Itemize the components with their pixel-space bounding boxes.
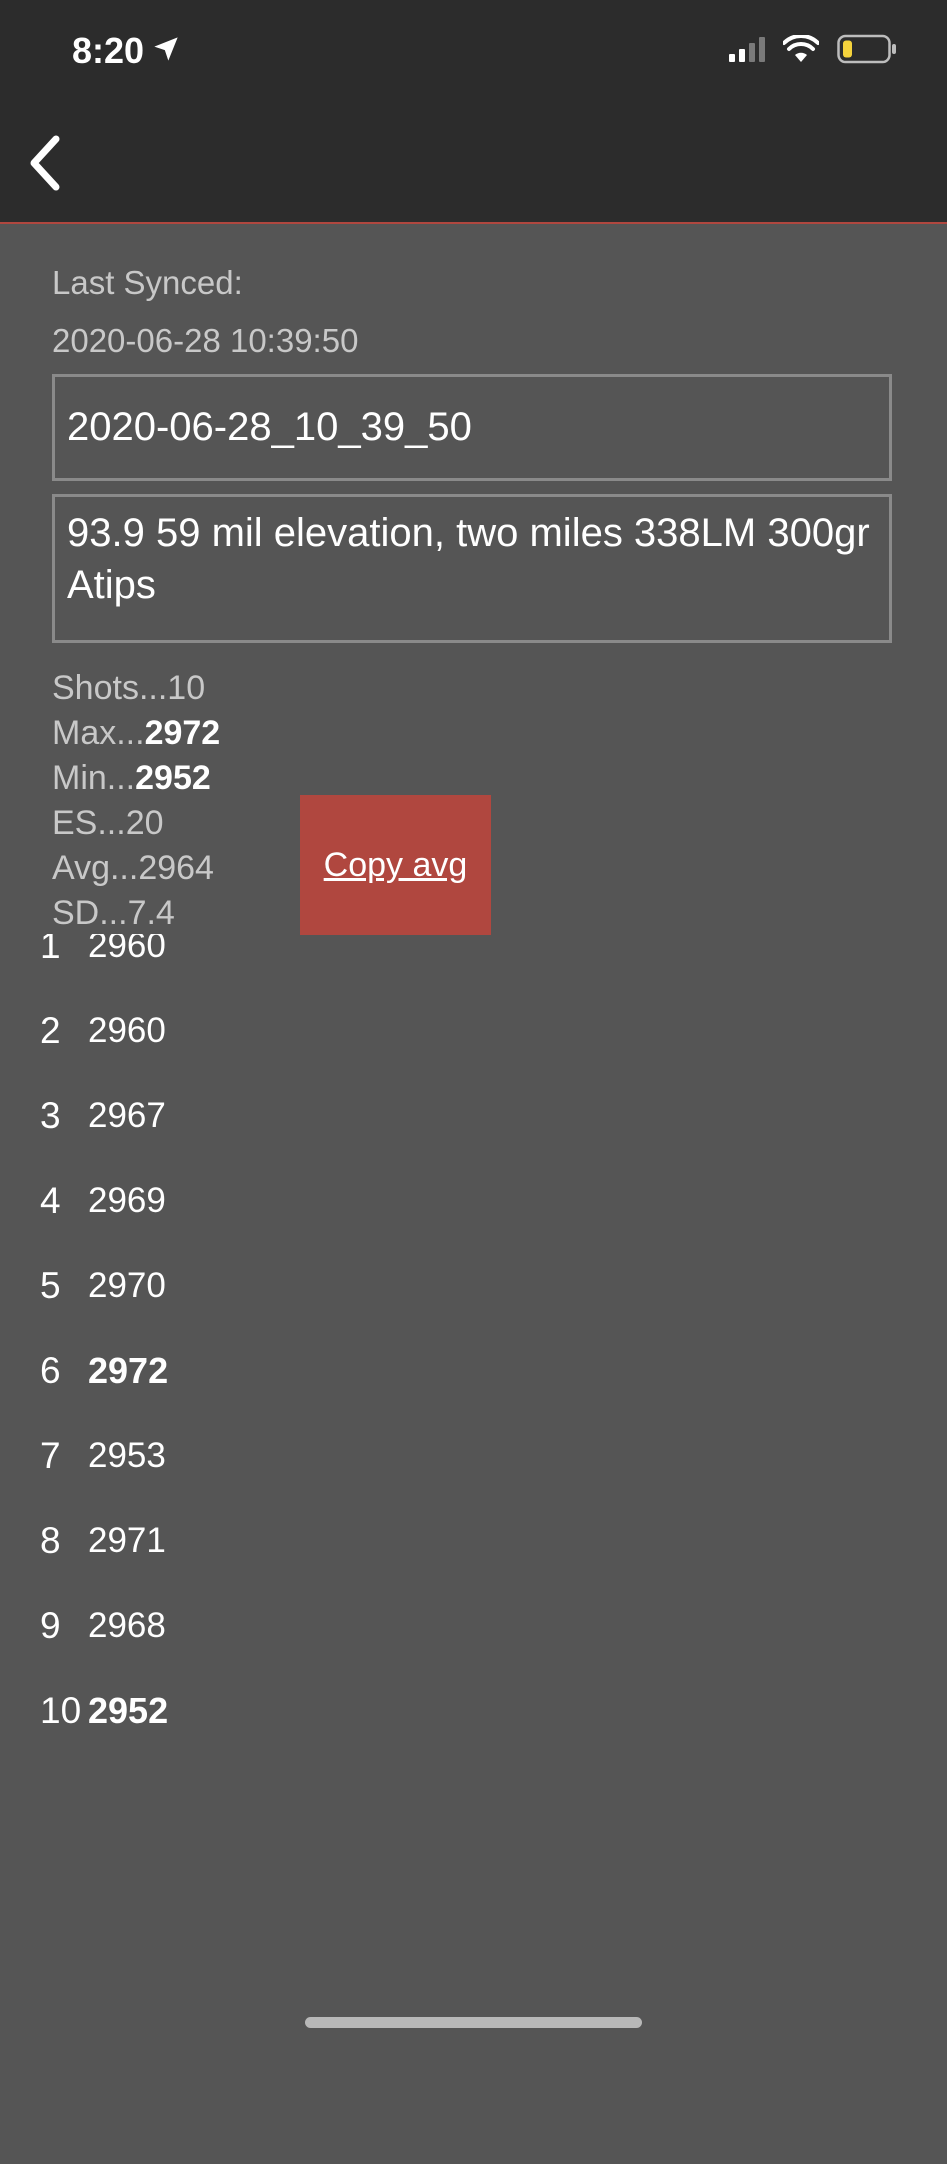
- stat-max: Max...2972: [52, 711, 220, 756]
- shot-number: 6: [40, 1350, 61, 1391]
- shot-velocity: 2952: [88, 1690, 169, 1731]
- stats-summary: Shots...10 Max...2972 Min...2952 ES...20…: [52, 666, 220, 936]
- shot-row: 10 2952: [40, 1681, 168, 1741]
- shot-number: 5: [40, 1265, 61, 1306]
- shot-number: 1: [40, 934, 61, 966]
- stat-shots-label: Shots...: [52, 669, 168, 707]
- wifi-icon: [782, 33, 820, 68]
- stat-max-value: 2972: [144, 714, 221, 752]
- location-arrow-icon: [152, 30, 180, 72]
- stat-avg: Avg...2964: [52, 846, 220, 891]
- status-time-text: 8:20: [72, 30, 145, 71]
- status-icons: [729, 33, 897, 69]
- shot-list[interactable]: 1 2960 2 2960 3 2967 4 2969 5 2970 6 2972 7 2953 8 2971…: [0, 934, 947, 2164]
- shot-number: 9: [40, 1605, 61, 1646]
- shot-velocity: 2967: [88, 1096, 166, 1135]
- cellular-signal-icon: [729, 36, 765, 67]
- shot-row: 2 2960: [40, 1001, 166, 1061]
- stat-es: ES...20: [52, 801, 220, 846]
- shot-row: 8 2971: [40, 1511, 166, 1571]
- shot-velocity: 2960: [88, 1011, 166, 1050]
- shot-number: 3: [40, 1095, 61, 1136]
- copy-avg-label: Copy avg: [323, 846, 468, 884]
- session-name-field[interactable]: 2020-06-28_10_39_50: [52, 374, 892, 481]
- copy-avg-button[interactable]: Copy avg: [300, 795, 491, 935]
- stat-avg-value: 2964: [138, 849, 214, 887]
- shot-row: 5 2970: [40, 1256, 166, 1316]
- shot-row: 3 2967: [40, 1086, 166, 1146]
- shot-velocity: 2960: [88, 934, 166, 965]
- shot-velocity: 2972: [88, 1350, 169, 1391]
- stat-sd-value: 7.4: [127, 894, 175, 932]
- stat-min-value: 2952: [135, 759, 211, 797]
- shot-number: 7: [40, 1435, 61, 1476]
- home-indicator: [305, 2017, 642, 2028]
- status-time: 8:20: [72, 30, 180, 72]
- shot-number: 8: [40, 1520, 61, 1561]
- chevron-left-icon: [26, 135, 62, 196]
- shot-velocity: 2970: [88, 1266, 166, 1305]
- stat-sd: SD...7.4: [52, 891, 220, 936]
- stat-avg-label: Avg...: [52, 849, 139, 887]
- last-synced-label: Last Synced:: [52, 264, 243, 301]
- shot-velocity: 2969: [88, 1181, 166, 1220]
- battery-icon: [837, 34, 897, 69]
- shot-velocity: 2971: [88, 1521, 166, 1560]
- last-synced-value: 2020-06-28 10:39:50: [52, 322, 359, 359]
- stat-sd-label: SD...: [52, 894, 128, 932]
- shot-velocity: 2968: [88, 1606, 166, 1645]
- stat-min-label: Min...: [52, 759, 136, 797]
- stat-es-label: ES...: [52, 804, 126, 842]
- stat-shots: Shots...10: [52, 666, 220, 711]
- session-notes-field[interactable]: 93.9 59 mil elevation, two miles 338LM 3…: [52, 494, 892, 643]
- shot-row: 9 2968: [40, 1596, 166, 1656]
- back-button[interactable]: [14, 130, 74, 200]
- shot-row: 7 2953: [40, 1426, 166, 1486]
- shot-number: 4: [40, 1180, 61, 1221]
- app-header: 8:20: [0, 0, 947, 224]
- stat-shots-value: 10: [167, 669, 206, 707]
- stat-max-label: Max...: [52, 714, 145, 752]
- stat-min: Min...2952: [52, 756, 220, 801]
- shot-row: 4 2969: [40, 1171, 166, 1231]
- shot-velocity: 2953: [88, 1436, 166, 1475]
- stat-es-value: 20: [125, 804, 164, 842]
- shot-row: 1 2960: [40, 934, 166, 976]
- shot-number: 10: [40, 1690, 82, 1731]
- shot-number: 2: [40, 1010, 61, 1051]
- shot-row: 6 2972: [40, 1341, 168, 1401]
